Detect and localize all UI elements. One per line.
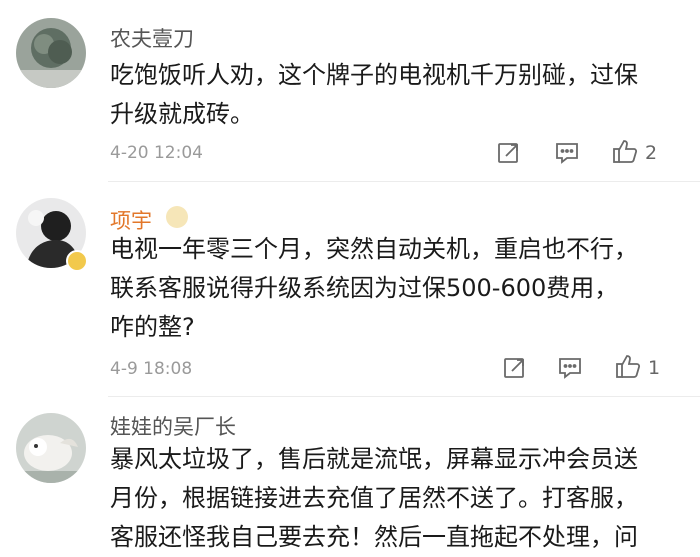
comment-text: 电视一年零三个月，突然自动关机，重启也不行， 联系客服说得升级系统因为过保500… (110, 230, 690, 347)
thumbs-up-icon[interactable] (611, 137, 639, 165)
like-count: 2 (645, 142, 658, 164)
timestamp: 4-20 12:04 (110, 143, 203, 163)
comment-text-line: 升级就成砖。 (110, 100, 254, 128)
share-icon[interactable] (496, 140, 522, 166)
like-count: 1 (648, 357, 661, 379)
avatar[interactable] (16, 18, 86, 88)
comment-text-line: 月份，根据链接进去充值了居然不送了。打客服， (110, 484, 638, 512)
avatar[interactable] (16, 413, 86, 483)
comment-icon[interactable] (557, 355, 583, 381)
username[interactable]: 娃娃的吴厂长 (110, 411, 236, 441)
comment-text: 吃饱饭听人劝，这个牌子的电视机千万别碰，过保 升级就成砖。 (110, 56, 690, 134)
username[interactable]: 农夫壹刀 (110, 23, 194, 53)
timestamp: 4-9 18:08 (110, 359, 193, 379)
comment-icon[interactable] (554, 140, 580, 166)
comment-text-line: 电视一年零三个月，突然自动关机，重启也不行， (110, 235, 638, 263)
comment-item: 娃娃的吴厂长 暴风太垃圾了，售后就是流氓，屏幕显示冲会员送 月份，根据链接进去充… (0, 397, 700, 551)
comment-item: 农夫壹刀 吃饱饭听人劝，这个牌子的电视机千万别碰，过保 升级就成砖。 4-20 … (0, 0, 700, 182)
comment-text: 暴风太垃圾了，售后就是流氓，屏幕显示冲会员送 月份，根据链接进去充值了居然不送了… (110, 440, 690, 557)
vip-badge-icon (166, 206, 188, 228)
comment-item: 项宇 电视一年零三个月，突然自动关机，重启也不行， 联系客服说得升级系统因为过保… (0, 182, 700, 397)
comment-text-line: 联系客服说得升级系统因为过保500-600费用， (110, 274, 619, 302)
comment-text-line: 吃饱饭听人劝，这个牌子的电视机千万别碰，过保 (110, 61, 638, 89)
thumbs-up-icon[interactable] (614, 352, 642, 380)
comment-text-line: 暴风太垃圾了，售后就是流氓，屏幕显示冲会员送 (110, 445, 638, 473)
comment-text-line: 咋的整? (110, 313, 195, 341)
verified-badge-icon (66, 250, 88, 272)
share-icon[interactable] (502, 355, 528, 381)
